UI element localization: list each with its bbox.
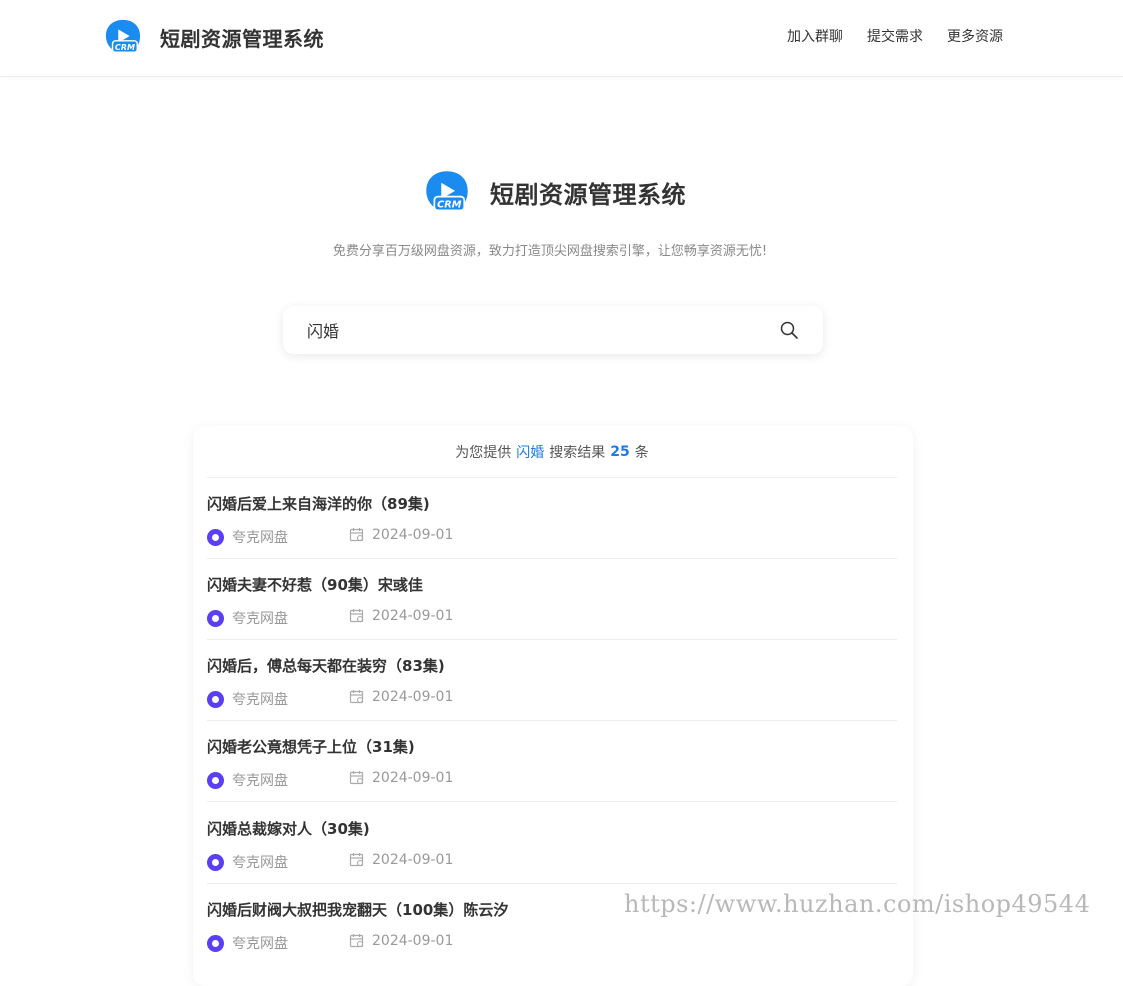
item-title[interactable]: 闪婚总裁嫁对人（30集) xyxy=(207,818,370,839)
item-meta: 夸克网盘 2024-09-01 xyxy=(207,608,897,628)
calendar-icon xyxy=(349,934,364,948)
item-date: 2024-09-01 xyxy=(349,608,453,624)
item-source: 夸克网盘 xyxy=(207,770,288,790)
top-header: CRM 短剧资源管理系统 加入群聊 提交需求 更多资源 xyxy=(0,0,1123,77)
hero-tagline: 免费分享百万级网盘资源，致力打造顶尖网盘搜索引擎，让您畅享资源无忧! xyxy=(332,244,768,259)
quark-pan-icon xyxy=(207,690,224,708)
item-date: 2024-09-01 xyxy=(349,852,453,868)
crm-logo-icon: CRM xyxy=(104,18,142,56)
item-date: 2024-09-01 xyxy=(349,770,453,786)
nav-join-group[interactable]: 加入群聊 xyxy=(787,26,843,46)
item-meta: 夸克网盘 2024-09-01 xyxy=(207,933,897,953)
item-date-label: 2024-09-01 xyxy=(372,852,454,868)
summary-count: 25 xyxy=(610,443,630,460)
item-source: 夸克网盘 xyxy=(207,608,288,628)
item-source-label: 夸克网盘 xyxy=(232,692,288,708)
item-date: 2024-09-01 xyxy=(349,933,453,949)
list-item[interactable]: 闪婚老公竟想凭子上位（31集) 夸克网盘 2024-09-01 xyxy=(207,721,897,802)
item-source-label: 夸克网盘 xyxy=(232,773,288,789)
item-meta: 夸克网盘 2024-09-01 xyxy=(207,689,897,709)
calendar-icon xyxy=(349,528,364,542)
results-summary: 为您提供 闪婚 搜索结果 25 条 xyxy=(207,426,897,478)
item-source: 夸克网盘 xyxy=(207,527,288,547)
quark-pan-icon xyxy=(207,853,224,871)
search-box xyxy=(283,306,823,354)
item-title[interactable]: 闪婚老公竟想凭子上位（31集) xyxy=(207,736,415,757)
item-source: 夸克网盘 xyxy=(207,852,288,872)
crm-logo-icon: CRM xyxy=(424,169,470,215)
item-source: 夸克网盘 xyxy=(207,689,288,709)
svg-text:CRM: CRM xyxy=(115,43,135,52)
item-date-label: 2024-09-01 xyxy=(372,608,454,624)
top-nav: 加入群聊 提交需求 更多资源 xyxy=(787,26,1003,46)
item-date-label: 2024-09-01 xyxy=(372,527,454,543)
item-meta: 夸克网盘 2024-09-01 xyxy=(207,770,897,790)
nav-more-resources[interactable]: 更多资源 xyxy=(947,26,1003,46)
list-item[interactable]: 闪婚后，傅总每天都在装穷（83集) 夸克网盘 2024-09-01 xyxy=(207,640,897,721)
item-date: 2024-09-01 xyxy=(349,527,453,543)
item-title[interactable]: 闪婚后财阀大叔把我宠翻天（100集）陈云汐 xyxy=(207,899,508,920)
summary-mid: 搜索结果 xyxy=(549,444,606,461)
list-item[interactable]: 闪婚总裁嫁对人（30集) 夸克网盘 2024-09-01 xyxy=(207,803,897,884)
item-title[interactable]: 闪婚夫妻不好惹（90集）宋彧佳 xyxy=(207,574,423,595)
item-source-label: 夸克网盘 xyxy=(232,855,288,871)
item-source: 夸克网盘 xyxy=(207,933,288,953)
search-icon[interactable] xyxy=(779,320,799,340)
summary-suffix: 条 xyxy=(634,444,649,461)
item-source-label: 夸克网盘 xyxy=(232,936,288,952)
calendar-icon xyxy=(349,690,364,704)
item-date: 2024-09-01 xyxy=(349,689,453,705)
item-meta: 夸克网盘 2024-09-01 xyxy=(207,527,897,547)
watermark-text: https://www.huzhan.com/ishop49544 xyxy=(624,890,1091,918)
item-date-label: 2024-09-01 xyxy=(372,933,454,949)
summary-keyword: 闪婚 xyxy=(516,444,545,461)
hero-brand: CRM 短剧资源管理系统 xyxy=(424,170,686,214)
item-source-label: 夸克网盘 xyxy=(232,611,288,627)
item-title[interactable]: 闪婚后爱上来自海洋的你（89集) xyxy=(207,493,430,514)
header-brand[interactable]: CRM 短剧资源管理系统 xyxy=(104,18,324,56)
svg-text:CRM: CRM xyxy=(437,200,462,211)
calendar-icon xyxy=(349,609,364,623)
nav-submit-request[interactable]: 提交需求 xyxy=(867,26,923,46)
quark-pan-icon xyxy=(207,528,224,546)
quark-pan-icon xyxy=(207,771,224,789)
summary-prefix: 为您提供 xyxy=(455,444,512,461)
quark-pan-icon xyxy=(207,609,224,627)
list-item[interactable]: 闪婚夫妻不好惹（90集）宋彧佳 夸克网盘 2024-09-01 xyxy=(207,559,897,640)
calendar-icon xyxy=(349,771,364,785)
item-source-label: 夸克网盘 xyxy=(232,530,288,546)
item-meta: 夸克网盘 2024-09-01 xyxy=(207,852,897,872)
item-title[interactable]: 闪婚后，傅总每天都在装穷（83集) xyxy=(207,655,445,676)
header-brand-title: 短剧资源管理系统 xyxy=(160,26,324,51)
quark-pan-icon xyxy=(207,934,224,952)
item-date-label: 2024-09-01 xyxy=(372,770,454,786)
calendar-icon xyxy=(349,853,364,867)
list-item[interactable]: 闪婚后爱上来自海洋的你（89集) 夸克网盘 2024-09-01 xyxy=(207,478,897,559)
hero-brand-title: 短剧资源管理系统 xyxy=(490,180,686,209)
search-input[interactable] xyxy=(307,320,769,340)
item-date-label: 2024-09-01 xyxy=(372,689,454,705)
